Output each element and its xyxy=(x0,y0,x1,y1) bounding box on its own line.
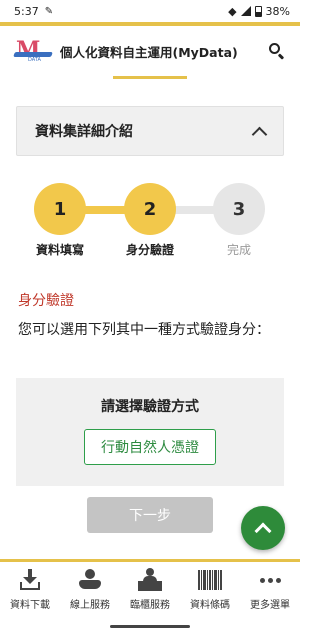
signal-icon xyxy=(240,6,251,16)
step-2-circle: 2 xyxy=(124,183,176,235)
page-title: 個人化資料自主運用(MyData) xyxy=(60,44,238,60)
scroll-to-top-button[interactable] xyxy=(241,506,285,550)
nav-label: 線上服務 xyxy=(70,600,110,611)
wifi-icon: ◆ xyxy=(228,4,237,18)
barcode-icon xyxy=(197,568,223,592)
accordion-title: 資料集詳細介紹 xyxy=(35,124,133,140)
nav-label: 資料條碼 xyxy=(190,600,230,611)
status-time: 5:37 xyxy=(14,4,39,18)
nav-item-more-menu[interactable]: 更多選單 xyxy=(240,562,300,619)
nav-label: 更多選單 xyxy=(250,600,290,611)
verification-method-panel: 請選擇驗證方式 行動自然人憑證 xyxy=(16,378,284,486)
search-icon[interactable] xyxy=(268,42,286,60)
step-2-label: 身分驗證 xyxy=(125,243,174,257)
step-3-label: 完成 xyxy=(226,243,251,257)
app-header: M DATA 個人化資料自主運用(MyData) xyxy=(0,26,300,76)
chevron-up-icon[interactable] xyxy=(251,126,268,142)
nav-label: 資料下載 xyxy=(10,600,50,611)
step-1: 1 資料填寫 xyxy=(20,183,100,258)
step-3-circle: 3 xyxy=(213,183,265,235)
step-2: 2 身分驗證 xyxy=(110,183,190,258)
counter-service-icon xyxy=(137,568,163,592)
mobile-citizen-certificate-button[interactable]: 行動自然人憑證 xyxy=(84,429,216,465)
battery-level: 38% xyxy=(265,4,290,18)
header-underline xyxy=(113,76,187,79)
battery-icon xyxy=(254,5,262,17)
status-bar: 5:37 ✎ ◆ 38% xyxy=(0,0,300,22)
next-button[interactable]: 下一步 xyxy=(87,497,213,533)
more-icon xyxy=(257,568,283,592)
step-1-circle: 1 xyxy=(34,183,86,235)
section-heading: 身分驗證 xyxy=(18,293,74,309)
home-gesture-handle[interactable] xyxy=(110,625,190,628)
bottom-navigation: 資料下載 線上服務 臨櫃服務 資料條碼 更多選單 xyxy=(0,562,300,619)
download-icon xyxy=(17,568,43,592)
hand-service-icon xyxy=(77,568,103,592)
nav-item-download[interactable]: 資料下載 xyxy=(0,562,60,619)
verification-method-title: 請選擇驗證方式 xyxy=(101,399,199,415)
dataset-details-accordion[interactable]: 資料集詳細介紹 xyxy=(16,106,284,156)
step-3: 3 完成 xyxy=(199,183,279,258)
nav-label: 臨櫃服務 xyxy=(130,600,170,611)
nav-item-online-service[interactable]: 線上服務 xyxy=(60,562,120,619)
notification-icon: ✎ xyxy=(44,5,54,17)
section-description: 您可以選用下列其中一種方式驗證身分： xyxy=(18,322,270,338)
nav-item-barcode[interactable]: 資料條碼 xyxy=(180,562,240,619)
mydata-logo[interactable]: M DATA xyxy=(13,38,54,64)
system-navigation-bar xyxy=(0,619,300,633)
step-1-label: 資料填寫 xyxy=(35,243,84,257)
progress-stepper: 1 資料填寫 2 身分驗證 3 完成 xyxy=(0,183,300,263)
nav-item-counter-service[interactable]: 臨櫃服務 xyxy=(120,562,180,619)
chevron-up-icon xyxy=(254,522,272,540)
